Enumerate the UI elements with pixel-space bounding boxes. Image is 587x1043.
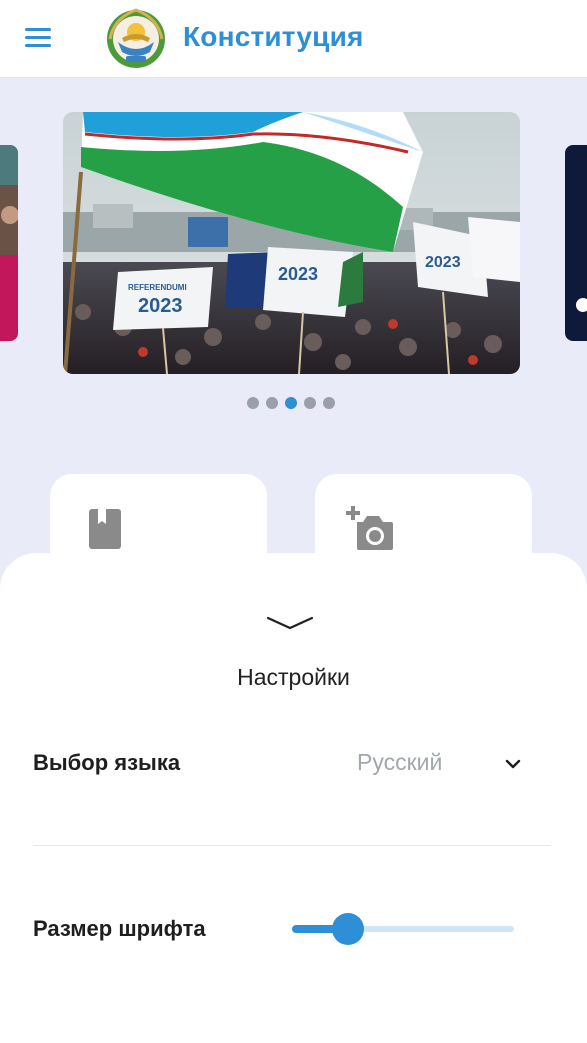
carousel-pagination xyxy=(247,397,337,411)
app-header: Конституция xyxy=(0,0,587,78)
flag-caption-year: 2023 xyxy=(425,254,461,271)
flag-caption-referendum: REFERENDUMI xyxy=(128,283,187,292)
carousel-dot[interactable] xyxy=(247,397,259,409)
image-carousel[interactable]: REFERENDUMI 2023 2023 2023 xyxy=(0,112,587,374)
previous-slide[interactable] xyxy=(0,145,18,341)
font-size-slider[interactable] xyxy=(292,912,516,946)
settings-divider xyxy=(33,845,551,846)
carousel-dot[interactable] xyxy=(304,397,316,409)
next-slide[interactable] xyxy=(565,145,587,341)
settings-title: Настройки xyxy=(237,664,350,690)
chevron-down-icon[interactable] xyxy=(500,752,526,776)
carousel-dot[interactable] xyxy=(266,397,278,409)
hamburger-menu-icon[interactable] xyxy=(22,24,54,52)
slider-thumb[interactable] xyxy=(332,913,364,945)
carousel-dot[interactable] xyxy=(323,397,335,409)
flag-caption-year: 2023 xyxy=(278,264,318,284)
carousel-dot-active[interactable] xyxy=(285,397,297,409)
app-title: Конституция xyxy=(183,21,364,52)
language-label: Выбор языка xyxy=(33,750,181,775)
state-emblem-icon xyxy=(107,8,165,68)
font-size-label: Размер шрифта xyxy=(33,916,206,941)
add-photo-icon xyxy=(346,506,393,550)
language-select[interactable]: Русский xyxy=(357,749,442,776)
flag-caption-year: 2023 xyxy=(138,295,183,317)
rally-with-flags-2023-photo[interactable]: REFERENDUMI 2023 2023 2023 xyxy=(63,112,520,374)
chevron-down-icon[interactable] xyxy=(262,610,318,634)
bookmark-icon xyxy=(89,509,121,549)
